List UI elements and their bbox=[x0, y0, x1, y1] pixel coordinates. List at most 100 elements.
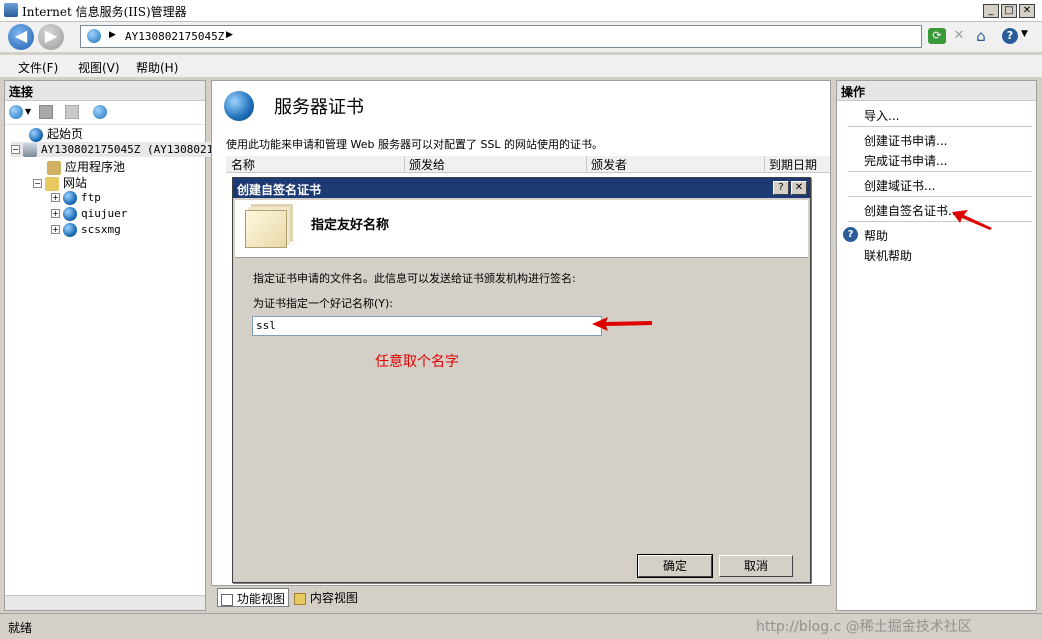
tree-app-pools[interactable]: 应用程序池 bbox=[47, 158, 125, 175]
tree-sites[interactable]: − 网站 bbox=[33, 174, 87, 191]
app-pool-icon bbox=[47, 160, 61, 175]
column-issued-to[interactable]: 颁发给 bbox=[405, 156, 587, 172]
actions-header: 操作 bbox=[837, 81, 1036, 101]
tree-site-qiujuer[interactable]: + qiujuer bbox=[51, 206, 127, 221]
column-expiry[interactable]: 到期日期 bbox=[765, 156, 817, 172]
friendly-name-input[interactable]: ssl bbox=[252, 316, 602, 336]
tab-label: 功能视图 bbox=[236, 592, 285, 606]
chevron-right-icon: ▶ bbox=[226, 30, 233, 40]
dialog-titlebar: 创建自签名证书 bbox=[233, 178, 810, 198]
tree-label: scsxmg bbox=[81, 223, 121, 236]
globe-icon bbox=[63, 222, 77, 237]
server-icon bbox=[87, 29, 101, 43]
stop-icon[interactable]: ✕ bbox=[950, 28, 968, 44]
tab-label: 内容视图 bbox=[309, 591, 358, 605]
help-icon[interactable]: ? bbox=[1002, 28, 1018, 44]
certificate-server-icon bbox=[224, 91, 254, 121]
dialog-instruction: 指定证书申请的文件名。此信息可以发送给证书颁发机构进行签名: bbox=[253, 272, 576, 285]
tree-label: 应用程序池 bbox=[65, 160, 126, 174]
collapse-icon[interactable]: − bbox=[33, 179, 42, 188]
globe-icon bbox=[63, 190, 77, 205]
action-online-help[interactable]: 联机帮助 bbox=[864, 247, 912, 264]
horizontal-scrollbar[interactable] bbox=[5, 595, 205, 610]
dialog-help-button[interactable]: ? bbox=[773, 181, 789, 195]
help-icon: ? bbox=[843, 227, 858, 242]
home-icon[interactable]: ⌂ bbox=[972, 27, 990, 45]
close-window-button[interactable]: ✕ bbox=[1019, 4, 1035, 18]
globe-icon bbox=[63, 206, 77, 221]
tree-label: 起始页 bbox=[47, 127, 84, 141]
action-create-request[interactable]: 创建证书申请... bbox=[864, 132, 947, 149]
field-label: 为证书指定一个好记名称(Y): bbox=[253, 297, 394, 310]
start-page-icon bbox=[29, 127, 43, 142]
connections-header: 连接 bbox=[5, 81, 205, 101]
divider bbox=[848, 221, 1032, 222]
expand-icon[interactable]: + bbox=[51, 209, 60, 218]
dialog-header: 指定友好名称 bbox=[235, 200, 808, 258]
ok-button[interactable]: 确定 bbox=[637, 554, 713, 578]
address-bar[interactable]: ▶ AY130802175045Z ▶ bbox=[80, 25, 922, 48]
action-help[interactable]: 帮助 bbox=[864, 227, 888, 244]
menu-view[interactable]: 视图(V) bbox=[78, 59, 120, 76]
column-name[interactable]: 名称 bbox=[227, 156, 405, 172]
tree-server[interactable]: − AY130802175045Z (AY1308021 bbox=[11, 142, 214, 157]
chevron-down-icon[interactable]: ▼ bbox=[1021, 29, 1028, 39]
address-path: AY130802175045Z bbox=[125, 30, 225, 43]
action-create-self-signed[interactable]: 创建自签名证书... bbox=[864, 202, 959, 219]
page-title: 服务器证书 bbox=[274, 97, 364, 118]
divider bbox=[848, 196, 1032, 197]
chevron-right-icon: ▶ bbox=[109, 30, 116, 40]
connections-pane: 连接 ▼ 起始页 − AY130802175045Z (AY1308021 应用程… bbox=[4, 80, 214, 611]
divider bbox=[848, 126, 1032, 127]
maximize-button[interactable]: □ bbox=[1001, 4, 1017, 18]
column-issuer[interactable]: 颁发者 bbox=[587, 156, 765, 172]
tree-site-scsxmg[interactable]: + scsxmg bbox=[51, 222, 121, 237]
back-button[interactable]: ◀ bbox=[8, 24, 34, 50]
status-bar: 就绪 http://blog.c @稀土掘金技术社区 bbox=[0, 613, 1042, 639]
collapse-icon[interactable]: − bbox=[11, 145, 20, 154]
server-icon bbox=[23, 142, 37, 157]
cancel-button[interactable]: 取消 bbox=[719, 555, 793, 577]
dialog-heading: 指定友好名称 bbox=[311, 218, 390, 233]
connect-icon[interactable] bbox=[9, 105, 23, 119]
minimize-button[interactable]: _ bbox=[983, 4, 999, 18]
save-icon[interactable] bbox=[39, 105, 53, 119]
expand-icon[interactable]: + bbox=[51, 225, 60, 234]
create-self-signed-dialog: 创建自签名证书 ? ✕ 指定友好名称 指定证书申请的文件名。此信息可以发送给证书… bbox=[232, 177, 811, 583]
tree-label: 网站 bbox=[63, 176, 88, 190]
tree-label: AY130802175045Z (AY1308021 bbox=[41, 143, 214, 156]
window-titlebar: Internet 信息服务(IIS)管理器 _ □ ✕ bbox=[0, 0, 1042, 22]
forward-button[interactable]: ▶ bbox=[38, 24, 64, 50]
tree-site-ftp[interactable]: + ftp bbox=[51, 190, 101, 205]
dialog-title: 创建自签名证书 bbox=[237, 183, 322, 197]
disconnect-icon[interactable] bbox=[93, 105, 107, 119]
menu-bar: 文件(F) 视图(V) 帮助(H) bbox=[0, 55, 1042, 77]
content-view-icon bbox=[294, 592, 306, 605]
action-create-domain-cert[interactable]: 创建域证书... bbox=[864, 177, 935, 194]
refresh-icon[interactable]: ⟳ bbox=[928, 28, 946, 44]
connections-toolbar: ▼ bbox=[5, 101, 205, 125]
expand-icon[interactable]: + bbox=[51, 193, 60, 202]
watermark: http://blog.c @稀土掘金技术社区 bbox=[756, 619, 972, 635]
features-view-icon bbox=[221, 593, 233, 606]
tree-start-page[interactable]: 起始页 bbox=[29, 125, 83, 142]
dialog-close-button[interactable]: ✕ bbox=[791, 181, 807, 195]
action-complete-request[interactable]: 完成证书申请... bbox=[864, 152, 947, 169]
window-title: Internet 信息服务(IIS)管理器 bbox=[22, 5, 187, 19]
menu-file[interactable]: 文件(F) bbox=[18, 59, 58, 76]
divider bbox=[848, 171, 1032, 172]
tree-label: qiujuer bbox=[81, 207, 128, 220]
tree-label: ftp bbox=[81, 191, 101, 204]
annotation-text: 任意取个名字 bbox=[375, 354, 459, 370]
tab-content-view[interactable]: 内容视图 bbox=[291, 588, 361, 607]
action-import[interactable]: 导入... bbox=[864, 107, 899, 124]
app-icon bbox=[4, 3, 18, 17]
up-icon[interactable] bbox=[65, 105, 79, 119]
status-text: 就绪 bbox=[8, 621, 33, 635]
menu-help[interactable]: 帮助(H) bbox=[136, 59, 178, 76]
chevron-down-icon[interactable]: ▼ bbox=[25, 107, 31, 116]
certificate-icon bbox=[245, 210, 287, 248]
annotation-arrow-icon bbox=[952, 210, 992, 230]
tab-features-view[interactable]: 功能视图 bbox=[217, 588, 289, 607]
annotation-arrow-icon bbox=[592, 317, 652, 331]
